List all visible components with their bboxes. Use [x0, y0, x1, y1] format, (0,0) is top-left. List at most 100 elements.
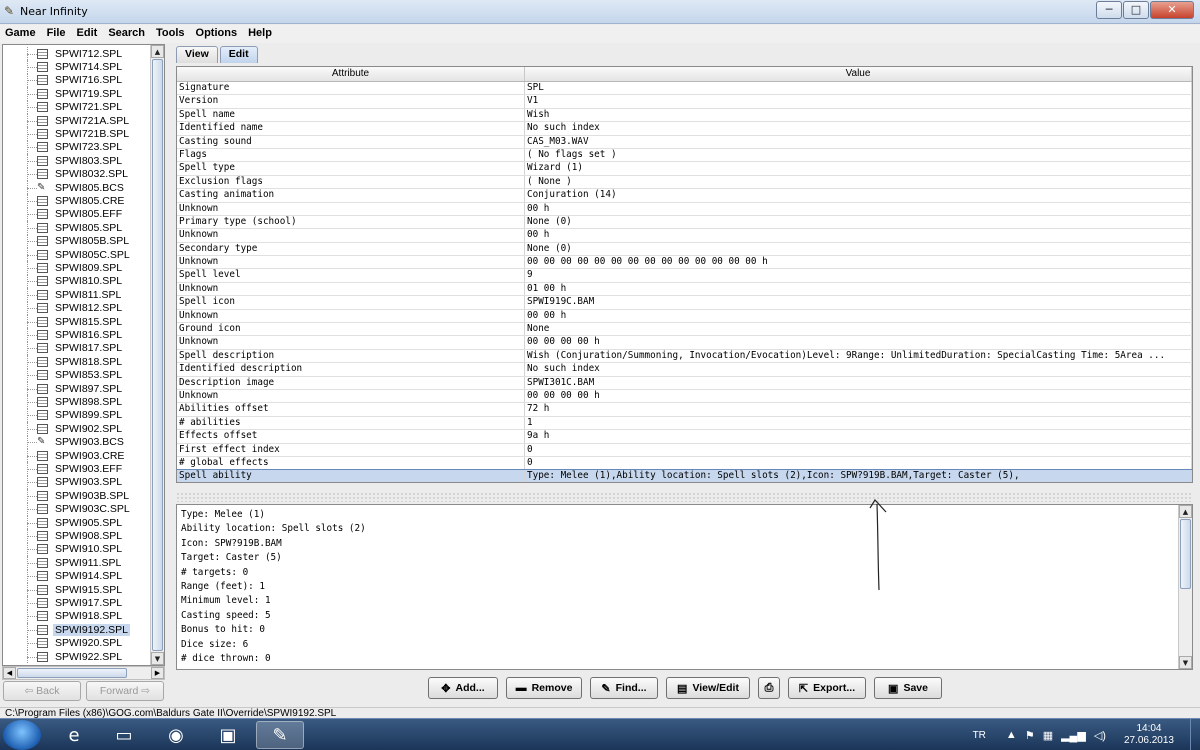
- scroll-left-icon[interactable]: ◀: [3, 667, 16, 679]
- close-button[interactable]: ✕: [1150, 1, 1194, 19]
- attribute-cell[interactable]: Primary type (school): [177, 215, 525, 229]
- maximize-button[interactable]: □: [1123, 1, 1149, 19]
- terminal-icon[interactable]: ▣: [204, 721, 252, 749]
- tree-item[interactable]: SPWI902.SPL: [3, 422, 124, 436]
- table-row[interactable]: Spell type Wizard (1): [177, 162, 1192, 176]
- value-cell[interactable]: 00 00 00 00 h: [525, 389, 1192, 403]
- tab-view[interactable]: View: [176, 46, 218, 63]
- remove-button[interactable]: ▬ Remove: [506, 677, 582, 699]
- attribute-cell[interactable]: Unknown: [177, 389, 525, 403]
- value-cell[interactable]: 0: [525, 443, 1192, 456]
- attribute-cell[interactable]: Spell type: [177, 162, 525, 175]
- value-cell[interactable]: None (0): [525, 242, 1192, 256]
- tree-item[interactable]: SPWI920.SPL: [3, 636, 124, 651]
- taskbar-clock[interactable]: 14:04 27.06.2013: [1124, 723, 1174, 747]
- table-row[interactable]: # global effects 0: [177, 456, 1192, 471]
- attribute-cell[interactable]: Unknown: [177, 309, 525, 323]
- tree-item[interactable]: SPWI815.SPL: [3, 315, 124, 329]
- scroll-up-icon[interactable]: ▲: [1179, 505, 1192, 518]
- table-row[interactable]: Unknown 00 00 h: [177, 309, 1192, 324]
- attribute-cell[interactable]: Spell description: [177, 349, 525, 363]
- tree-item[interactable]: SPWI9192.SPL: [3, 623, 130, 637]
- attribute-cell[interactable]: # abilities: [177, 416, 525, 430]
- tree-item[interactable]: SPWI809.SPL: [3, 261, 124, 276]
- table-row[interactable]: Spell description Wish (Conjuration/Summo…: [177, 349, 1192, 364]
- table-row[interactable]: Casting animation Conjuration (14): [177, 189, 1192, 203]
- value-cell[interactable]: Wizard (1): [525, 162, 1192, 175]
- table-row[interactable]: Identified description No such index: [177, 363, 1192, 377]
- tree-item[interactable]: SPWI903.EFF: [3, 462, 124, 477]
- tree-item[interactable]: SPWI721A.SPL: [3, 114, 131, 128]
- scroll-thumb[interactable]: [152, 59, 163, 651]
- tree-item[interactable]: SPWI8032.SPL: [3, 167, 130, 182]
- volume-icon[interactable]: ◁): [1094, 729, 1106, 742]
- tree-item[interactable]: SPWI898.SPL: [3, 395, 124, 410]
- file-explorer-icon[interactable]: ▭: [100, 721, 148, 749]
- start-button[interactable]: [3, 720, 41, 750]
- value-cell[interactable]: CAS_M03.WAV: [525, 135, 1192, 148]
- action-center-flag-icon[interactable]: ⚑: [1025, 729, 1035, 742]
- scroll-down-icon[interactable]: ▼: [1179, 656, 1192, 669]
- show-hidden-icons-icon[interactable]: ▲: [1006, 729, 1017, 741]
- table-row[interactable]: Unknown 00 00 00 00 00 00 00 00 00 00 00 …: [177, 256, 1192, 270]
- table-row[interactable]: Spell icon SPWI919C.BAM: [177, 296, 1192, 310]
- attribute-cell[interactable]: Spell icon: [177, 296, 525, 309]
- tree-item[interactable]: SPWI712.SPL: [3, 47, 124, 61]
- scroll-thumb[interactable]: [1180, 519, 1191, 589]
- table-row[interactable]: Flags( No flags set ): [177, 148, 1192, 163]
- attribute-cell[interactable]: Spell level: [177, 269, 525, 282]
- tab-edit[interactable]: Edit: [219, 46, 258, 63]
- value-cell[interactable]: 00 00 00 00 00 00 00 00 00 00 00 00 00 0…: [525, 256, 1192, 269]
- table-row[interactable]: Unknown 00 00 00 00 h: [177, 389, 1192, 404]
- tree-item[interactable]: SPWI818.SPL: [3, 355, 124, 369]
- tree-item[interactable]: SPWI805.SPL: [3, 221, 124, 235]
- value-cell[interactable]: 9a h: [525, 430, 1192, 443]
- add-button[interactable]: ✥ Add...: [428, 677, 498, 699]
- print-button[interactable]: ⎙: [758, 677, 780, 699]
- value-cell[interactable]: 72 h: [525, 403, 1192, 416]
- chrome-icon[interactable]: ◉: [152, 721, 200, 749]
- value-cell[interactable]: 0: [525, 456, 1192, 470]
- device-icon[interactable]: ▦: [1043, 729, 1053, 742]
- value-cell[interactable]: 00 00 h: [525, 309, 1192, 323]
- attribute-cell[interactable]: Signature: [177, 82, 525, 95]
- value-cell[interactable]: None (0): [525, 215, 1192, 229]
- tree-item[interactable]: SPWI812.SPL: [3, 301, 124, 316]
- attribute-cell[interactable]: Casting animation: [177, 189, 525, 202]
- attribute-cell[interactable]: Ground icon: [177, 323, 525, 336]
- attribute-cell[interactable]: Unknown: [177, 229, 525, 242]
- value-cell[interactable]: No such index: [525, 122, 1192, 135]
- menu-game[interactable]: Game: [0, 25, 42, 43]
- tree-item[interactable]: SPWI917.SPL: [3, 596, 124, 611]
- menu-options[interactable]: Options: [191, 25, 244, 43]
- tree-item[interactable]: SPWI805.EFF: [3, 207, 124, 222]
- attribute-cell[interactable]: First effect index: [177, 443, 525, 456]
- tree-item[interactable]: SPWI905.SPL: [3, 516, 124, 530]
- find-button[interactable]: ✎ Find...: [590, 677, 658, 699]
- tree-item[interactable]: SPWI914.SPL: [3, 569, 124, 584]
- save-button[interactable]: ▣ Save: [874, 677, 942, 699]
- tree-item[interactable]: SPWI910.SPL: [3, 542, 124, 557]
- value-cell[interactable]: 00 00 00 00 h: [525, 336, 1192, 349]
- tree-item[interactable]: SPWI918.SPL: [3, 609, 124, 624]
- menu-search[interactable]: Search: [103, 25, 151, 43]
- attribute-cell[interactable]: Exclusion flags: [177, 175, 525, 189]
- tree-item[interactable]: SPWI899.SPL: [3, 408, 124, 423]
- input-language[interactable]: TR: [973, 730, 986, 741]
- view-edit-button[interactable]: ▤ View/Edit: [666, 677, 750, 699]
- value-cell[interactable]: None: [525, 323, 1192, 336]
- tree-item[interactable]: SPWI903.CRE: [3, 449, 126, 463]
- attribute-cell[interactable]: Unknown: [177, 336, 525, 349]
- table-row[interactable]: Description image SPWI301C.BAM: [177, 376, 1192, 390]
- scroll-right-icon[interactable]: ▶: [151, 667, 164, 679]
- menu-file[interactable]: File: [42, 25, 72, 43]
- attribute-cell[interactable]: Unknown: [177, 282, 525, 296]
- attribute-cell[interactable]: Unknown: [177, 256, 525, 269]
- menu-edit[interactable]: Edit: [72, 25, 104, 43]
- attribute-cell[interactable]: Version: [177, 95, 525, 108]
- table-row[interactable]: Ground icon None: [177, 323, 1192, 337]
- tree-item[interactable]: SPWI805.CRE: [3, 194, 126, 209]
- tree-item[interactable]: SPWI915.SPL: [3, 583, 124, 597]
- value-cell[interactable]: 1: [525, 416, 1192, 430]
- forward-button[interactable]: Forward ⇨: [86, 681, 164, 701]
